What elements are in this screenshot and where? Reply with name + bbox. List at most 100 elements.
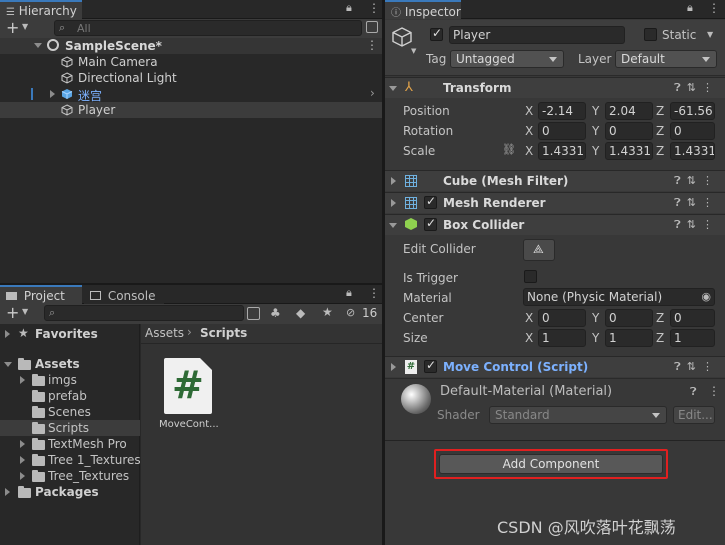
settings-icon[interactable]: ⇅ [687, 174, 702, 187]
folder-row[interactable]: imgs [0, 372, 140, 388]
add-icon[interactable]: + [6, 18, 19, 37]
menu-icon[interactable]: ⋮ [702, 196, 719, 209]
hidden-packages-icon[interactable]: ⊘ [346, 306, 355, 319]
add-component-button[interactable]: Add Component [439, 454, 663, 474]
favorite-star-icon[interactable]: ★ [322, 305, 333, 319]
search-by-type-icon[interactable] [247, 307, 260, 320]
help-icon[interactable]: ❓︎ [674, 81, 687, 94]
folder-row[interactable]: prefab [0, 388, 140, 404]
size-x-field[interactable]: 1 [538, 329, 586, 347]
script-enabled-checkbox[interactable] [424, 358, 437, 373]
chevron-down-icon[interactable]: ▼ [411, 47, 416, 55]
expand-icon[interactable] [20, 440, 25, 448]
help-icon[interactable]: ❓︎ [674, 174, 687, 187]
breadcrumb-scripts[interactable]: Scripts [200, 326, 247, 340]
chevron-right-icon[interactable]: › [370, 86, 375, 100]
chevron-down-icon[interactable]: ▼ [22, 307, 28, 316]
help-icon[interactable]: ❓︎ [674, 360, 687, 373]
position-y-field[interactable]: 2.04 [605, 102, 653, 120]
settings-icon[interactable]: ⇅ [687, 360, 702, 373]
object-picker-icon[interactable]: ◉ [701, 290, 711, 303]
expand-icon[interactable] [391, 363, 396, 371]
scale-z-field[interactable]: 1.4331 [670, 142, 715, 160]
center-z-field[interactable]: 0 [670, 309, 715, 327]
position-z-field[interactable]: -61.56 [670, 102, 715, 120]
transform-header[interactable]: ⅄ Transform ❓︎⇅⋮ [385, 77, 725, 98]
box-collider-header[interactable]: Box Collider ❓︎⇅⋮ [385, 214, 725, 235]
box-collider-enabled-checkbox[interactable] [424, 216, 437, 231]
folder-row[interactable]: Scenes [0, 404, 140, 420]
tab-inspector[interactable]: ⓘ Inspector [385, 0, 461, 19]
filter-type-icon[interactable]: ♣ [270, 306, 281, 320]
breadcrumb-assets[interactable]: Assets [145, 326, 184, 340]
edit-shader-button[interactable]: Edit... [673, 406, 715, 424]
lock-icon[interactable]: 🔒︎ [346, 286, 352, 300]
scene-menu-icon[interactable]: ⋮ [366, 38, 378, 52]
object-name-field[interactable]: Player [449, 26, 625, 44]
settings-icon[interactable]: ⇅ [687, 218, 702, 231]
size-y-field[interactable]: 1 [605, 329, 653, 347]
hierarchy-item[interactable]: Main Camera [0, 54, 382, 70]
layer-dropdown[interactable]: Default [615, 50, 717, 68]
link-icon[interactable]: ⛓ [502, 143, 516, 156]
expand-icon[interactable] [20, 472, 25, 480]
hierarchy-item[interactable]: Directional Light [0, 70, 382, 86]
hierarchy-search-input[interactable]: ⌕ All [54, 20, 362, 36]
expand-icon[interactable] [5, 488, 10, 496]
menu-icon[interactable]: ⋮ [368, 1, 380, 15]
label-icon[interactable]: ◆ [296, 306, 305, 320]
expand-icon[interactable] [4, 362, 12, 367]
assets-row[interactable]: Assets [0, 356, 140, 372]
mesh-filter-header[interactable]: Cube (Mesh Filter) ❓︎⇅⋮ [385, 170, 725, 191]
menu-icon[interactable]: ⋮ [368, 286, 380, 300]
scene-expand-icon[interactable] [34, 43, 42, 48]
edit-collider-button[interactable]: ⟁ [523, 239, 555, 261]
chevron-down-icon[interactable]: ▼ [22, 22, 28, 31]
expand-icon[interactable] [20, 456, 25, 464]
help-icon[interactable]: ❓︎ [674, 218, 687, 231]
mesh-renderer-header[interactable]: Mesh Renderer ❓︎⇅⋮ [385, 192, 725, 213]
scene-row[interactable]: SampleScene* ⋮ [0, 38, 382, 54]
settings-icon[interactable]: ⇅ [687, 81, 702, 94]
tab-console[interactable]: Console [84, 285, 164, 304]
folder-row[interactable]: Scripts [0, 420, 140, 436]
expand-icon[interactable] [20, 376, 25, 384]
collapse-icon[interactable] [389, 223, 397, 228]
script-file-item[interactable]: # MoveCont... [159, 358, 219, 448]
help-icon[interactable]: ❓︎ [674, 196, 687, 209]
rotation-z-field[interactable]: 0 [670, 122, 715, 140]
tag-dropdown[interactable]: Untagged [450, 50, 564, 68]
menu-icon[interactable]: ⋮ [702, 174, 719, 187]
expand-icon[interactable] [50, 90, 55, 98]
expand-icon[interactable] [391, 177, 396, 185]
mesh-renderer-enabled-checkbox[interactable] [424, 194, 437, 209]
is-trigger-checkbox[interactable] [524, 270, 537, 283]
size-z-field[interactable]: 1 [670, 329, 715, 347]
settings-icon[interactable]: ⇅ [687, 196, 702, 209]
menu-icon[interactable]: ⋮ [702, 81, 719, 94]
hierarchy-item[interactable]: Player [0, 102, 382, 118]
packages-row[interactable]: Packages [0, 484, 140, 500]
center-y-field[interactable]: 0 [605, 309, 653, 327]
scene-visibility-icon[interactable] [366, 21, 378, 33]
physic-material-field[interactable]: None (Physic Material) ◉ [523, 288, 715, 306]
scale-y-field[interactable]: 1.4331 [605, 142, 653, 160]
folder-row[interactable]: Tree 1_Textures [0, 452, 141, 468]
menu-icon[interactable]: ⋮ [708, 1, 720, 15]
scale-x-field[interactable]: 1.4331 [538, 142, 586, 160]
menu-icon[interactable]: ⋮ [702, 218, 719, 231]
move-control-script-header[interactable]: # Move Control (Script) ❓︎⇅⋮ [385, 356, 725, 377]
menu-icon[interactable]: ⋮ [702, 360, 719, 373]
tab-project[interactable]: Project [0, 285, 82, 304]
center-x-field[interactable]: 0 [538, 309, 586, 327]
rotation-y-field[interactable]: 0 [605, 122, 653, 140]
collapse-icon[interactable] [389, 86, 397, 91]
menu-icon[interactable]: ⋮ [708, 384, 720, 398]
chevron-down-icon[interactable]: ▼ [707, 30, 713, 39]
folder-row[interactable]: Tree_Textures [0, 468, 140, 484]
lock-icon[interactable]: 🔒︎ [687, 1, 693, 15]
static-checkbox[interactable] [644, 28, 657, 41]
position-x-field[interactable]: -2.14 [538, 102, 586, 120]
project-search-input[interactable]: ⌕ [44, 305, 244, 321]
expand-icon[interactable] [391, 199, 396, 207]
